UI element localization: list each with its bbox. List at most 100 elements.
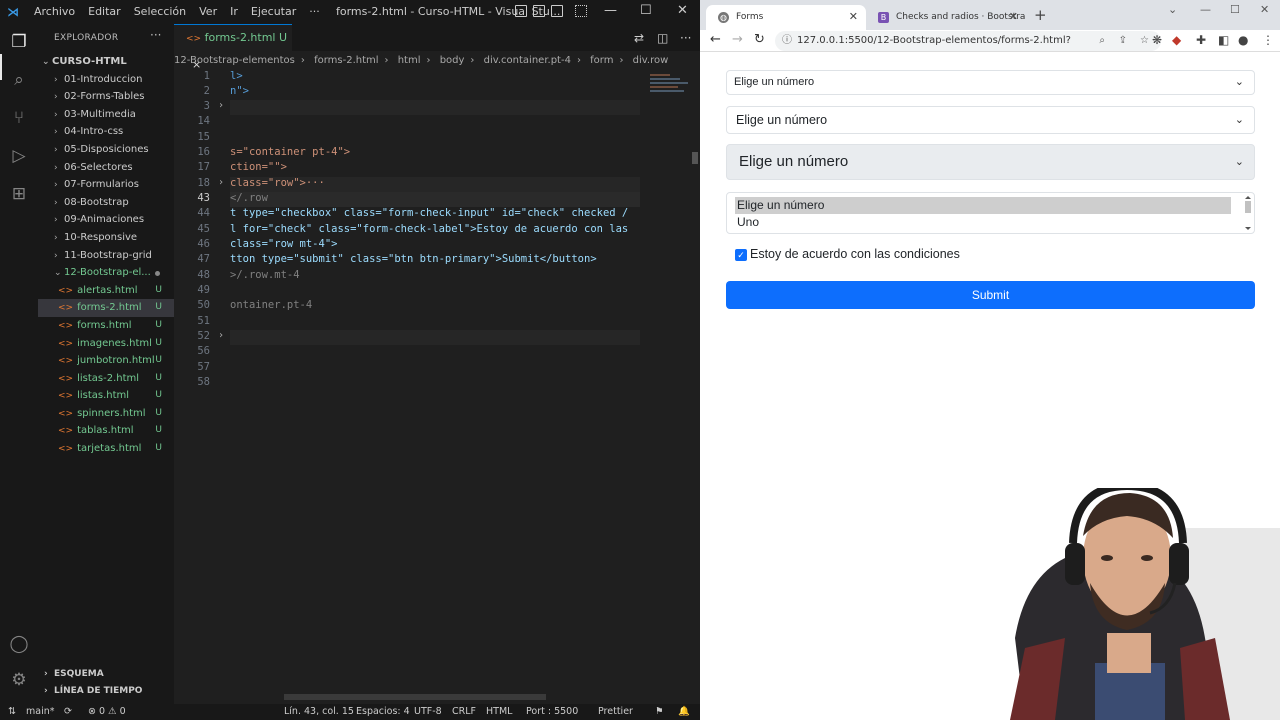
share-icon[interactable]: ⇪ [1119,31,1127,51]
fold-chevron-icon[interactable]: › [218,330,224,341]
breadcrumb-item[interactable]: body [440,55,465,66]
folder-item[interactable]: › 02-Forms-Tables [38,88,174,106]
file-item[interactable]: <> alertas.html U [38,282,174,300]
indentation[interactable]: Espacios: 4 [356,704,410,720]
folder-item[interactable]: › 07-Formularios [38,176,174,194]
breadcrumb-item[interactable]: div.container.pt-4 [484,55,571,66]
browser-tab-forms[interactable]: ◍ Forms ✕ [706,5,866,30]
back-arrow-icon[interactable]: ← [710,32,721,47]
extensions-icon[interactable]: ⊞ [9,184,29,204]
breadcrumb-item[interactable]: form [590,55,613,66]
fold-chevron-icon[interactable]: › [218,177,224,188]
sync-icon[interactable]: ⟳ [64,704,72,720]
listbox-option-selected[interactable]: Elige un número [735,197,1231,214]
file-item[interactable]: <> listas.html U [38,387,174,405]
more-actions-icon[interactable]: ··· [680,31,691,45]
language-mode[interactable]: HTML [486,704,512,720]
close-tab-icon[interactable]: ✕ [849,5,858,29]
remote-icon[interactable]: ⇅ [8,704,16,720]
outline-section[interactable]: › ESQUEMA [44,669,104,679]
toggle-panel-icon[interactable] [533,5,545,17]
folder-item-open[interactable]: ⌄ 12-Bootstrap-el... [38,264,174,282]
fold-chevron-icon[interactable]: › [218,100,224,111]
select-default[interactable]: Elige un número ⌄ [726,106,1255,134]
file-item[interactable]: <> tarjetas.html U [38,440,174,458]
close-window-icon[interactable]: ✕ [677,3,688,18]
source-control-icon[interactable]: ⑂ [9,108,29,128]
problems-count[interactable]: ⊗ 0 ⚠ 0 [88,704,126,720]
side-panel-icon[interactable]: ◧ [1218,33,1229,47]
file-item[interactable]: <> forms.html U [38,317,174,335]
tab-search-icon[interactable]: ⌄ [1168,3,1177,16]
live-server-port[interactable]: Port : 5500 [526,704,578,720]
new-tab-icon[interactable]: + [1034,6,1047,24]
agree-checkbox[interactable]: ✓ [735,249,747,261]
menu-ejecutar[interactable]: Ejecutar [251,5,296,18]
file-item[interactable]: <> imagenes.html U [38,335,174,353]
address-bar[interactable]: ⓘ 127.0.0.1:5500/12-Bootstrap-elementos/… [775,31,1161,51]
end-of-line[interactable]: CRLF [452,704,476,720]
folder-item[interactable]: › 08-Bootstrap [38,194,174,212]
menu-ir[interactable]: Ir [230,5,238,18]
folder-item[interactable]: › 05-Disposiciones [38,141,174,159]
submit-button[interactable]: Submit [726,281,1255,309]
breadcrumb-item[interactable]: 12-Bootstrap-elementos [174,55,295,66]
folder-item[interactable]: › 10-Responsive [38,229,174,247]
root-folder[interactable]: ⌄ CURSO-HTML [38,53,174,71]
account-icon[interactable]: ◯ [9,634,29,654]
search-icon[interactable]: ⌕ [9,70,29,90]
zoom-icon[interactable]: ⌕ [1099,31,1105,51]
file-item[interactable]: <> spinners.html U [38,405,174,423]
listbox-scrollbar[interactable] [1244,195,1252,231]
bookmark-star-icon[interactable]: ☆ [1140,31,1149,51]
menu-archivo[interactable]: Archivo [34,5,75,18]
run-debug-icon[interactable]: ▷ [9,146,29,166]
extensions-puzzle-icon[interactable]: ✚ [1196,33,1206,47]
folder-item[interactable]: › 01-Introduccion [38,71,174,89]
close-window-icon[interactable]: ✕ [1260,3,1269,16]
chrome-menu-icon[interactable]: ⋮ [1262,33,1274,47]
file-item[interactable]: <> tablas.html U [38,422,174,440]
select-large[interactable]: Elige un número ⌄ [726,144,1255,180]
listbox-option[interactable]: Uno [735,214,1246,231]
browser-tab-bootstrap[interactable]: B Checks and radios · Bootstrap v5 ✕ [866,5,1026,30]
menu-more[interactable]: ··· [309,5,320,18]
profile-avatar-icon[interactable]: ● [1238,33,1248,47]
minimize-icon[interactable]: — [1200,3,1211,16]
folder-item[interactable]: › 04-Intro-css [38,123,174,141]
maximize-icon[interactable]: ☐ [640,3,652,18]
forward-arrow-icon[interactable]: → [732,32,743,47]
folder-item[interactable]: › 03-Multimedia [38,106,174,124]
folder-item[interactable]: › 09-Animaciones [38,211,174,229]
tab-forms-2[interactable]: <> forms-2.html U × [174,24,292,71]
file-item[interactable]: <> listas-2.html U [38,370,174,388]
minimap[interactable] [648,72,693,102]
maximize-icon[interactable]: ☐ [1230,3,1240,16]
settings-gear-icon[interactable]: ⚙ [9,670,29,690]
toggle-sidebar-icon[interactable] [515,5,527,17]
checkbox-label[interactable]: Estoy de acuerdo con las condiciones [750,247,960,261]
cursor-position[interactable]: Lín. 43, col. 15 [284,704,354,720]
prettier-status[interactable]: Prettier [598,704,633,720]
menu-ver[interactable]: Ver [199,5,217,18]
select-multiple-listbox[interactable]: Elige un número Uno [726,192,1255,234]
vertical-scrollbar[interactable] [692,152,698,164]
extension-icon[interactable]: ❋ [1152,33,1162,47]
encoding[interactable]: UTF-8 [414,704,442,720]
feedback-icon[interactable]: ⚑ [655,704,664,720]
reload-icon[interactable]: ↻ [754,32,765,47]
git-branch[interactable]: main* [26,704,55,720]
compare-icon[interactable]: ⇄ [634,31,644,45]
close-tab-icon[interactable]: ✕ [1009,5,1018,29]
menu-editar[interactable]: Editar [88,5,121,18]
breadcrumb-item[interactable]: forms-2.html [314,55,378,66]
color-picker-extension-icon[interactable]: ◆ [1172,33,1181,47]
minimize-icon[interactable]: — [604,3,617,18]
folder-item[interactable]: › 11-Bootstrap-grid [38,247,174,265]
explorer-icon[interactable]: ❐ [9,32,29,52]
toggle-secondary-sidebar-icon[interactable] [551,5,563,17]
site-info-icon[interactable]: ⓘ [782,31,792,51]
horizontal-scrollbar[interactable] [284,694,546,700]
select-small[interactable]: Elige un número ⌄ [726,70,1255,95]
breadcrumb-item[interactable]: html [398,55,421,66]
